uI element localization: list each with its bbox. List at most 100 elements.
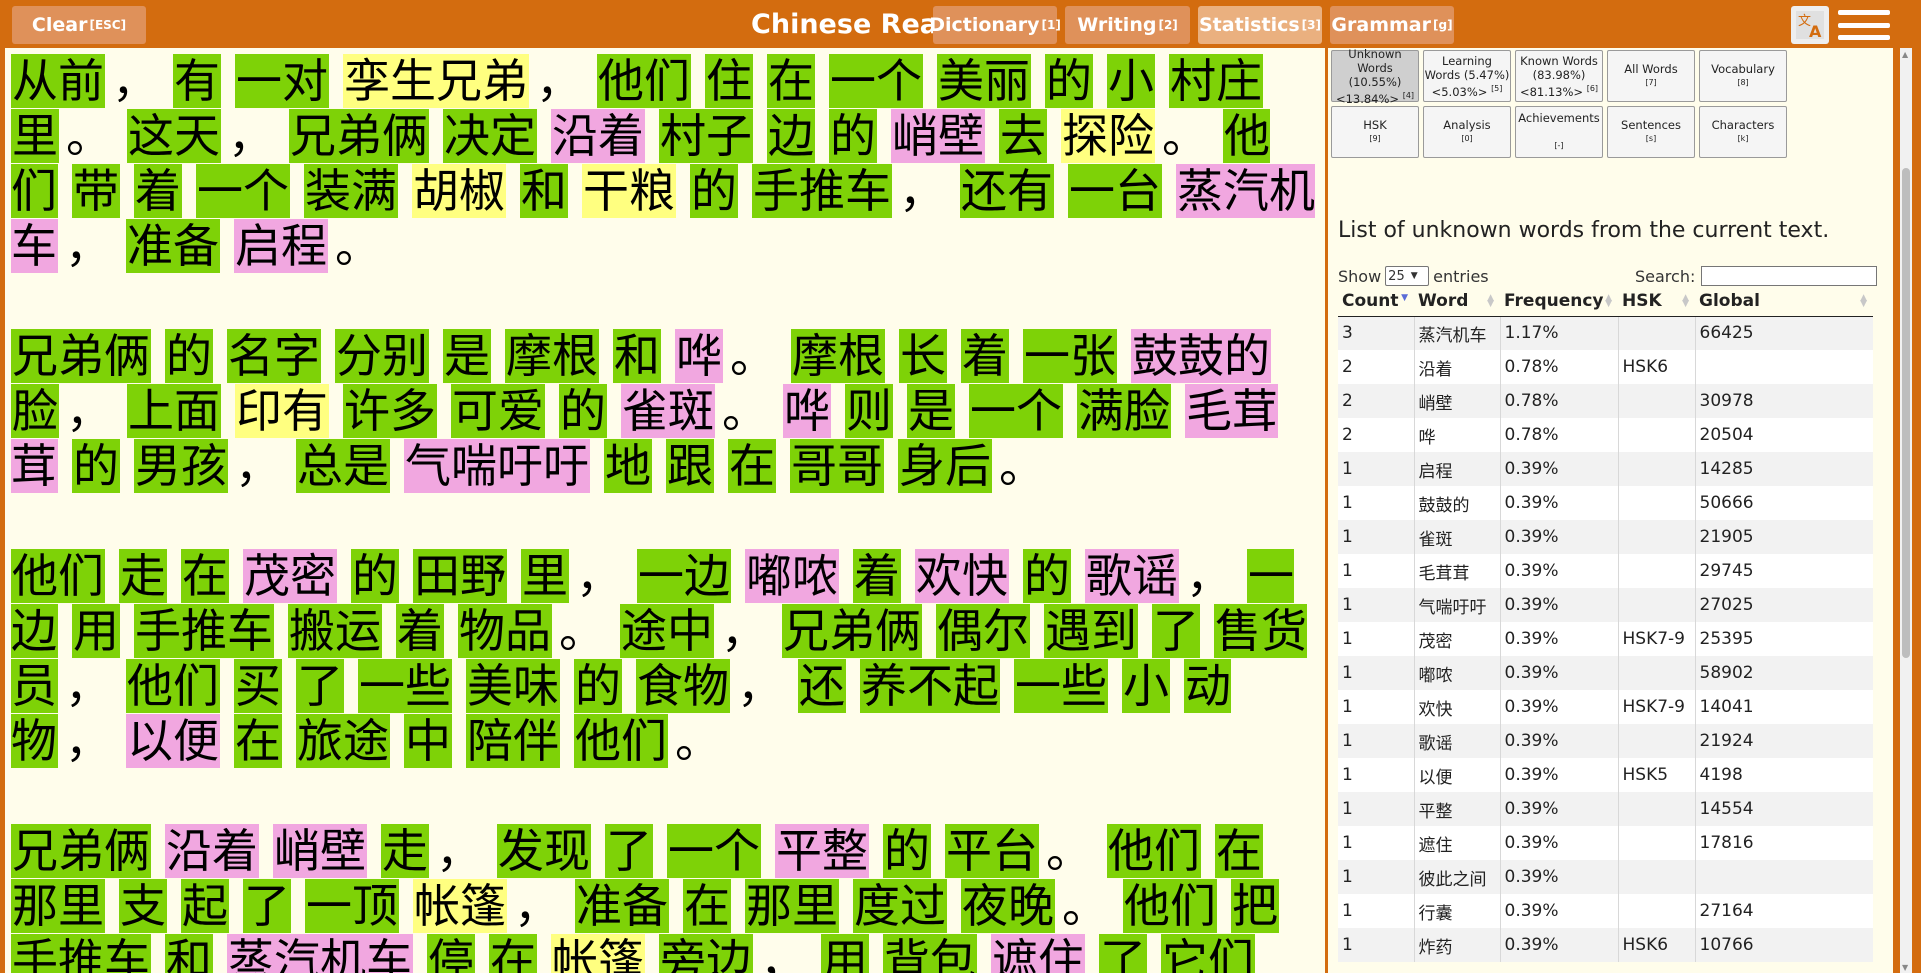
learning-word[interactable]: 孪生兄弟 [343, 54, 529, 108]
table-row[interactable]: 1 行囊 0.39% 27164 [1338, 894, 1873, 928]
unknown-word[interactable]: 鼓鼓的 [1131, 329, 1271, 383]
known-word[interactable]: 平台 [945, 824, 1039, 878]
known-word[interactable]: 的 [165, 329, 213, 383]
unknown-word[interactable]: 哗 [675, 329, 723, 383]
known-word[interactable]: 和 [165, 934, 213, 973]
known-word[interactable]: 着 [134, 164, 182, 218]
known-word[interactable]: 着 [396, 604, 444, 658]
known-word[interactable]: 还 [798, 659, 846, 713]
known-word[interactable]: 名字 [227, 329, 321, 383]
known-word[interactable]: 里 [521, 549, 569, 603]
known-word[interactable]: 搬运 [288, 604, 382, 658]
stats-button-sentences[interactable]: Sentences [s] [1607, 106, 1695, 158]
known-word[interactable]: 了 [605, 824, 653, 878]
table-row[interactable]: 2 哗 0.78% 20504 [1338, 418, 1873, 452]
scroll-up-icon[interactable]: ▲ [1902, 50, 1910, 59]
learning-word[interactable]: 帐篷 [413, 879, 507, 933]
known-word[interactable]: 带 [72, 164, 120, 218]
known-word[interactable]: 决定 [443, 109, 537, 163]
known-word[interactable]: 一顶 [305, 879, 399, 933]
known-word[interactable]: 一张 [1023, 329, 1117, 383]
known-word[interactable]: 脸 [11, 384, 59, 438]
writing-tab-button[interactable]: Writing [2] [1065, 6, 1190, 44]
table-row[interactable]: 1 炸药 0.39% HSK6 10766 [1338, 928, 1873, 962]
table-row[interactable]: 1 彼此之间 0.39% [1338, 860, 1873, 894]
known-word[interactable]: 一个 [969, 384, 1063, 438]
known-word[interactable]: 小 [1107, 54, 1155, 108]
known-word[interactable]: 小 [1122, 659, 1170, 713]
column-word[interactable]: Word ▲ ▼ [1414, 286, 1500, 317]
unknown-word[interactable]: 欢快 [915, 549, 1009, 603]
known-word[interactable]: 上面 [127, 384, 221, 438]
table-row[interactable]: 1 鼓鼓的 0.39% 50666 [1338, 486, 1873, 520]
learning-word[interactable]: 印有 [235, 384, 329, 438]
table-row[interactable]: 1 嘟哝 0.39% 58902 [1338, 656, 1873, 690]
unknown-word[interactable]: 沿着 [551, 109, 645, 163]
known-word[interactable]: 那里 [745, 879, 839, 933]
known-word[interactable]: 他们 [1107, 824, 1201, 878]
unknown-word[interactable]: 嘟哝 [745, 549, 839, 603]
known-word[interactable]: 遇到 [1044, 604, 1138, 658]
known-word[interactable]: 有 [173, 54, 221, 108]
known-word[interactable]: 他们 [126, 659, 220, 713]
stats-button-all[interactable]: All Words [7] [1607, 50, 1695, 102]
table-row[interactable]: 1 平整 0.39% 14554 [1338, 792, 1873, 826]
known-word[interactable]: 许多 [343, 384, 437, 438]
known-word[interactable]: 的 [1023, 549, 1071, 603]
known-word[interactable]: 起 [181, 879, 229, 933]
known-word[interactable]: 它们 [1161, 934, 1255, 973]
known-word[interactable]: 在 [728, 439, 776, 493]
known-word[interactable]: 装满 [304, 164, 398, 218]
known-word[interactable]: 了 [1152, 604, 1200, 658]
unknown-word[interactable]: 平整 [775, 824, 869, 878]
known-word[interactable]: 摩根 [791, 329, 885, 383]
known-word[interactable]: 手推车 [134, 604, 274, 658]
table-row[interactable]: 1 以便 0.39% HSK5 4198 [1338, 758, 1873, 792]
known-word[interactable]: 的 [559, 384, 607, 438]
known-word[interactable]: 还有 [960, 164, 1054, 218]
unknown-word[interactable]: 雀斑 [621, 384, 715, 438]
learning-word[interactable]: 探险 [1061, 109, 1155, 163]
stats-button-hsk[interactable]: HSK [9] [1331, 106, 1419, 158]
known-word[interactable]: 他们 [11, 549, 105, 603]
column-global[interactable]: Global ▲ ▼ [1695, 286, 1873, 317]
unknown-word[interactable]: 哗 [783, 384, 831, 438]
known-word[interactable]: 途中 [620, 604, 714, 658]
known-word[interactable]: 手推车 [752, 164, 892, 218]
known-word[interactable]: 的 [574, 659, 622, 713]
known-word[interactable]: 停 [427, 934, 475, 973]
scroll-down-icon[interactable]: ▼ [1902, 963, 1910, 972]
known-word[interactable]: 度过 [853, 879, 947, 933]
known-word[interactable]: 陪伴 [466, 714, 560, 768]
known-word[interactable]: 在 [234, 714, 282, 768]
known-word[interactable]: 和 [520, 164, 568, 218]
known-word[interactable]: 地 [604, 439, 652, 493]
known-word[interactable]: 物品 [458, 604, 552, 658]
table-row[interactable]: 1 启程 0.39% 14285 [1338, 452, 1873, 486]
known-word[interactable]: 分别 [335, 329, 429, 383]
known-word[interactable]: 兄弟俩 [782, 604, 922, 658]
known-word[interactable]: 美味 [466, 659, 560, 713]
known-word[interactable]: 走 [381, 824, 429, 878]
known-word[interactable]: 在 [683, 879, 731, 933]
known-word[interactable]: 男孩 [134, 439, 228, 493]
unknown-word[interactable]: 沿着 [165, 824, 259, 878]
known-word[interactable]: 准备 [126, 219, 220, 273]
known-word[interactable]: 了 [243, 879, 291, 933]
dictionary-tab-button[interactable]: Dictionary [1] [929, 6, 1061, 44]
stats-button-known[interactable]: Known Words (83.98%) <81.13%> [6] [1515, 50, 1603, 102]
known-word[interactable]: 食物 [636, 659, 730, 713]
known-word[interactable]: 村庄 [1169, 54, 1263, 108]
known-word[interactable]: 村子 [659, 109, 753, 163]
known-word[interactable]: 发现 [497, 824, 591, 878]
known-word[interactable]: 着 [961, 329, 1009, 383]
table-row[interactable]: 2 峭壁 0.78% 30978 [1338, 384, 1873, 418]
known-word[interactable]: 支 [119, 879, 167, 933]
table-row[interactable]: 3 蒸汽机车 1.17% 66425 [1338, 316, 1873, 350]
known-word[interactable]: 边 [767, 109, 815, 163]
known-word[interactable]: 手推车 [11, 934, 151, 973]
known-word[interactable]: 满脸 [1077, 384, 1171, 438]
known-word[interactable]: 长 [899, 329, 947, 383]
stats-button-unknown[interactable]: Unknown Words (10.55%) <13.84%> [4] [1331, 48, 1419, 105]
known-word[interactable]: 那里 [11, 879, 105, 933]
